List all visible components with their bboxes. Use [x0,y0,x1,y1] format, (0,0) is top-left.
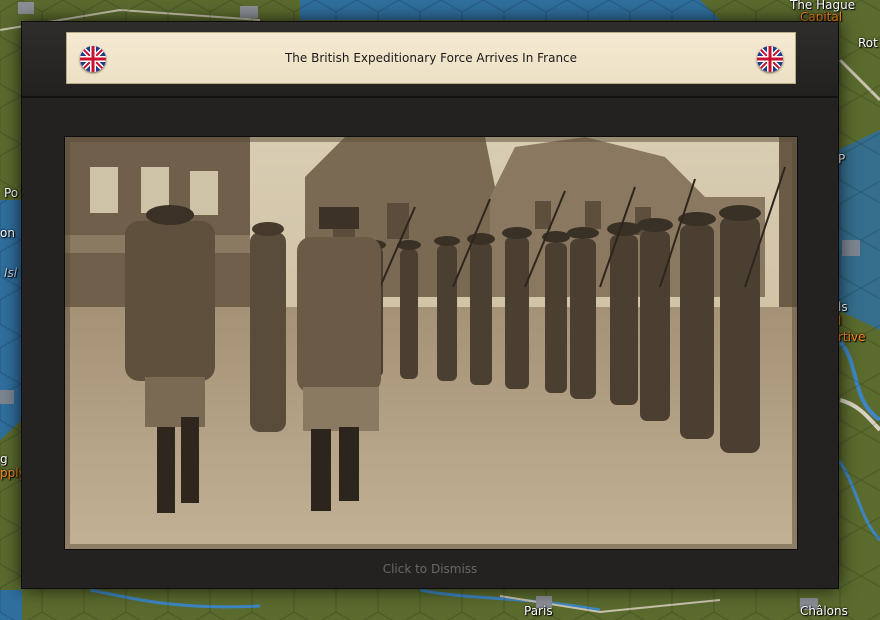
map-label-rtive: rtive [838,330,866,344]
uk-flag-icon [757,46,783,72]
map-label-ls: ls [838,300,848,314]
map-label-chalons: Châlons [800,604,848,618]
title-bar: The British Expeditionary Force Arrives … [66,32,796,84]
map-label-l: l [838,314,842,328]
map-label-p: P [838,152,846,166]
event-dialog[interactable]: The British Expeditionary Force Arrives … [22,22,838,588]
dialog-header: The British Expeditionary Force Arrives … [22,22,838,98]
map-label-po: Po [4,186,19,200]
map-label-rot: Rot [858,36,878,50]
map-label-g: g [0,452,8,466]
map-label-paris: Paris [524,604,553,618]
historical-photo-icon [65,137,797,549]
dismiss-button[interactable]: Click to Dismiss [22,562,838,576]
map-label-on: on [0,226,15,240]
event-photo-frame [64,136,798,550]
map-label-isl: Isl [4,266,18,280]
event-title: The British Expeditionary Force Arrives … [284,51,578,65]
